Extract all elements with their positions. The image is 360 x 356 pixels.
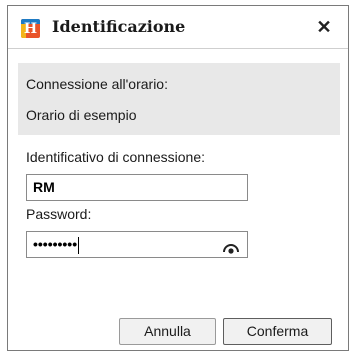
username-label: Identificativo di connessione: (26, 149, 205, 165)
close-icon[interactable]: ✕ (314, 17, 334, 37)
text-caret (78, 236, 80, 254)
username-field[interactable]: RM (26, 174, 248, 201)
confirm-button[interactable]: Conferma (223, 318, 332, 345)
password-field[interactable]: ••••••••• (26, 231, 248, 258)
cancel-button[interactable]: Annulla (119, 318, 216, 345)
timetable-name: Orario di esempio (26, 107, 137, 123)
show-password-icon[interactable] (223, 238, 239, 254)
connection-label: Connessione all'orario: (26, 76, 168, 92)
connection-info-panel: Connessione all'orario: Orario di esempi… (18, 63, 340, 135)
password-mask: ••••••••• (33, 236, 78, 252)
dialog-title: Identificazione (52, 17, 186, 36)
dialog-titlebar: H Identificazione ✕ (8, 6, 348, 49)
username-value: RM (33, 179, 55, 195)
app-logo-icon: H (21, 19, 40, 38)
app-logo-letter: H (23, 21, 38, 37)
login-dialog: H Identificazione ✕ Connessione all'orar… (7, 5, 349, 351)
password-label: Password: (26, 206, 92, 222)
